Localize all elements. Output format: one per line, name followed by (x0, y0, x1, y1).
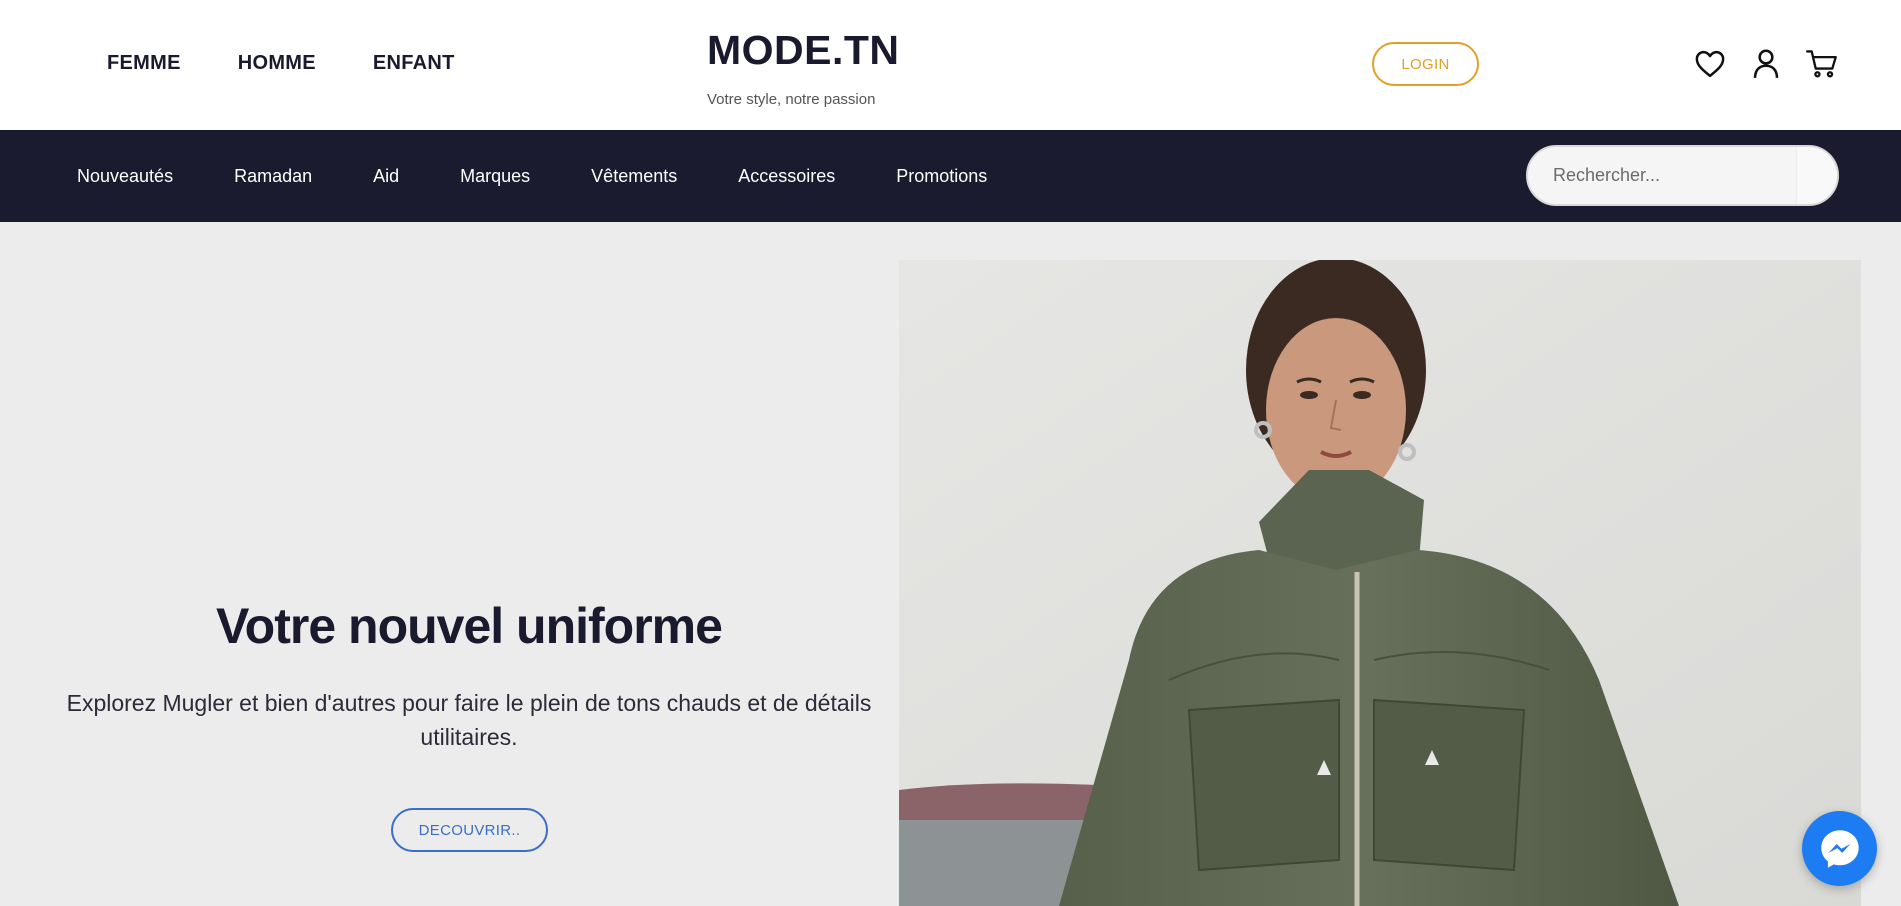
messenger-icon (1820, 829, 1859, 868)
brand-title[interactable]: MODE.TN (707, 26, 900, 74)
category-item-promotions[interactable]: Promotions (896, 166, 987, 187)
search-button[interactable] (1796, 147, 1837, 204)
hero-text: Votre nouvel uniforme Explorez Mugler et… (62, 596, 876, 754)
brand-tagline: Votre style, notre passion (707, 91, 876, 108)
category-item-marques[interactable]: Marques (460, 166, 530, 187)
category-item-vetements[interactable]: Vêtements (591, 166, 677, 187)
top-header: FEMME HOMME ENFANT MODE.TN Votre style, … (0, 0, 1901, 130)
hero-title: Votre nouvel uniforme (216, 598, 723, 654)
cart-icon[interactable] (1806, 48, 1838, 80)
model-photo (899, 260, 1861, 906)
category-item-accessoires[interactable]: Accessoires (738, 166, 835, 187)
category-item-nouveautes[interactable]: Nouveautés (77, 166, 173, 187)
gender-nav: FEMME HOMME ENFANT (107, 52, 455, 75)
search-input[interactable] (1528, 147, 1796, 204)
brand[interactable]: MODE.TN Votre style, notre passion (707, 26, 900, 109)
heart-icon[interactable] (1694, 48, 1726, 80)
nav-homme[interactable]: HOMME (238, 52, 316, 75)
header-icons (1694, 48, 1838, 80)
hero-image (899, 260, 1861, 906)
category-item-aid[interactable]: Aid (373, 166, 399, 187)
category-item-ramadan[interactable]: Ramadan (234, 166, 312, 187)
discover-button[interactable]: DECOUVRIR.. (391, 808, 548, 852)
nav-enfant[interactable]: ENFANT (373, 52, 455, 75)
hero-subtitle: Explorez Mugler et bien d'autres pour fa… (66, 690, 872, 750)
nav-femme[interactable]: FEMME (107, 52, 181, 75)
user-icon[interactable] (1750, 48, 1782, 80)
messenger-button[interactable] (1802, 811, 1877, 886)
search-box (1526, 145, 1839, 206)
login-button[interactable]: LOGIN (1372, 42, 1479, 86)
category-nav: Nouveautés Ramadan Aid Marques Vêtements… (77, 130, 1048, 222)
category-bar: Nouveautés Ramadan Aid Marques Vêtements… (0, 130, 1901, 222)
